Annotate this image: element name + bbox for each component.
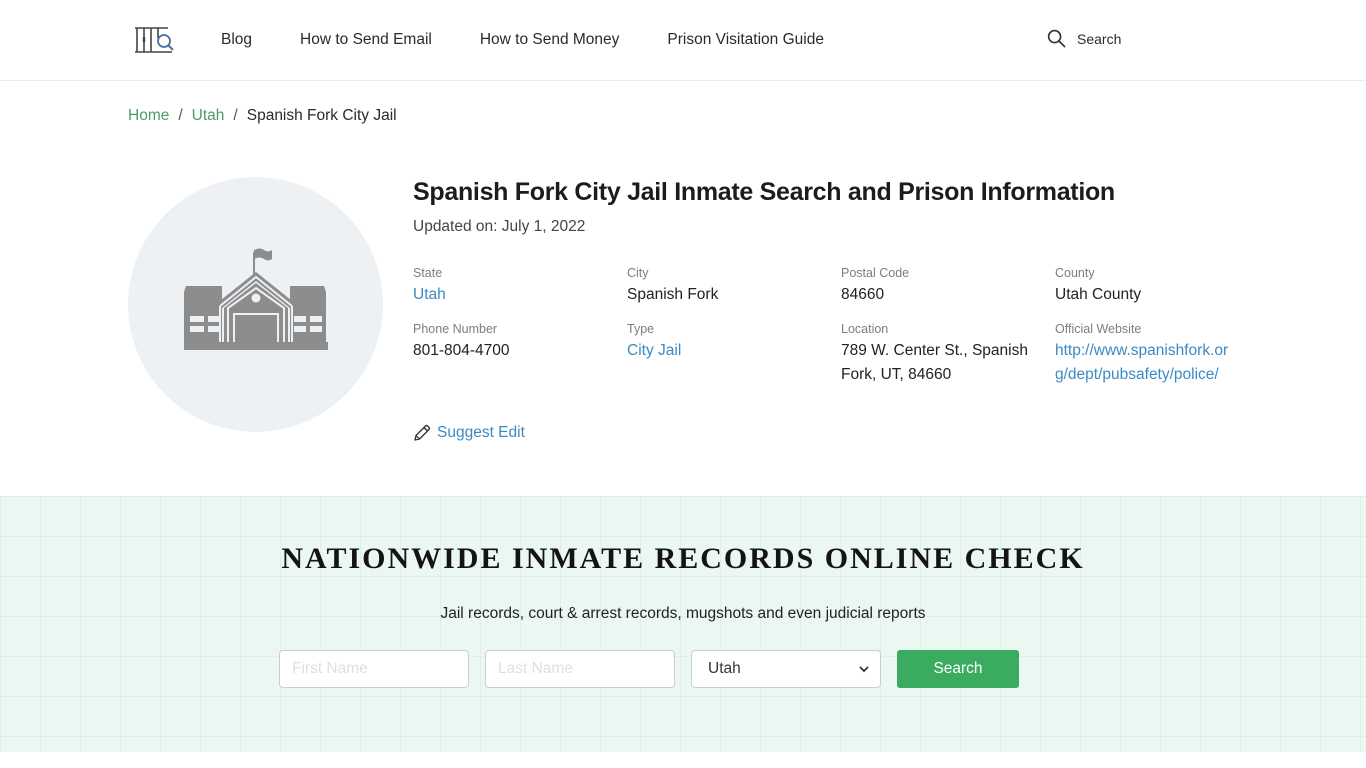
info-label: Postal Code	[841, 266, 910, 280]
info-postal-code: Postal Code 84660	[841, 265, 1055, 307]
nav-how-to-send-money[interactable]: How to Send Money	[480, 31, 620, 49]
info-county: County Utah County	[1055, 265, 1268, 307]
page-title: Spanish Fork City Jail Inmate Search and…	[413, 178, 1115, 206]
pencil-icon	[414, 424, 431, 441]
info-official-website: Official Website http://www.spanishfork.…	[1055, 321, 1268, 387]
breadcrumb-current: Spanish Fork City Jail	[246, 107, 397, 124]
state-select[interactable]: Utah	[691, 650, 881, 688]
search-section-title: NATIONWIDE INMATE RECORDS ONLINE CHECK	[281, 542, 1085, 575]
first-name-input[interactable]	[279, 650, 469, 688]
chevron-down-icon	[859, 666, 869, 673]
location-value: 789 W. Center St., Spanish Fork, UT, 846…	[841, 342, 1028, 383]
updated-date: Updated on: July 1, 2022	[413, 218, 586, 235]
info-state: State Utah	[413, 265, 627, 307]
suggest-edit-button[interactable]: Suggest Edit	[413, 424, 525, 442]
postal-code-value: 84660	[841, 286, 885, 303]
inmate-search-section: NATIONWIDE INMATE RECORDS ONLINE CHECK J…	[0, 496, 1366, 752]
breadcrumb-separator: /	[178, 107, 183, 124]
info-label: County	[1055, 266, 1095, 280]
info-label: City	[627, 266, 649, 280]
main-nav: Blog How to Send Email How to Send Money…	[221, 0, 872, 80]
search-section-subtitle: Jail records, court & arrest records, mu…	[440, 605, 926, 622]
building-with-flag-icon	[183, 248, 328, 350]
phone-value: 801-804-4700	[413, 342, 510, 359]
breadcrumb-utah[interactable]: Utah	[192, 107, 225, 125]
info-location: Location 789 W. Center St., Spanish Fork…	[841, 321, 1055, 387]
state-link[interactable]: Utah	[413, 283, 627, 307]
county-value: Utah County	[1055, 286, 1142, 303]
breadcrumb: Home / Utah / Spanish Fork City Jail	[128, 107, 397, 125]
type-link[interactable]: City Jail	[627, 339, 841, 363]
header-search-button[interactable]: Search	[1047, 29, 1121, 48]
nav-how-to-send-email[interactable]: How to Send Email	[300, 31, 432, 49]
nav-prison-visitation-guide[interactable]: Prison Visitation Guide	[667, 31, 824, 49]
info-label: Official Website	[1055, 322, 1142, 336]
info-label: Type	[627, 322, 655, 336]
info-phone: Phone Number 801-804-4700	[413, 321, 627, 387]
info-city: City Spanish Fork	[627, 265, 841, 307]
facility-image	[128, 177, 383, 432]
breadcrumb-separator: /	[233, 107, 238, 124]
facility-info-grid: State Utah City Spanish Fork Postal Code…	[413, 265, 1268, 387]
jail-bars-magnifier-icon	[135, 27, 174, 53]
info-type: Type City Jail	[627, 321, 841, 387]
info-label: Location	[841, 322, 889, 336]
breadcrumb-home[interactable]: Home	[128, 107, 169, 125]
last-name-input[interactable]	[485, 650, 675, 688]
city-value: Spanish Fork	[627, 286, 719, 303]
info-label: State	[413, 266, 443, 280]
official-website-link[interactable]: http://www.spanishfork.org/dept/pubsafet…	[1055, 339, 1240, 387]
suggest-edit-label: Suggest Edit	[437, 424, 525, 441]
nav-blog[interactable]: Blog	[221, 31, 252, 49]
state-select-value: Utah	[708, 660, 741, 677]
search-icon	[1047, 29, 1066, 48]
header-search-label: Search	[1077, 30, 1122, 47]
search-submit-button[interactable]: Search	[897, 650, 1019, 688]
site-header: Blog How to Send Email How to Send Money…	[0, 0, 1366, 81]
info-label: Phone Number	[413, 322, 498, 336]
inmate-search-form: Utah Search	[279, 650, 1019, 688]
